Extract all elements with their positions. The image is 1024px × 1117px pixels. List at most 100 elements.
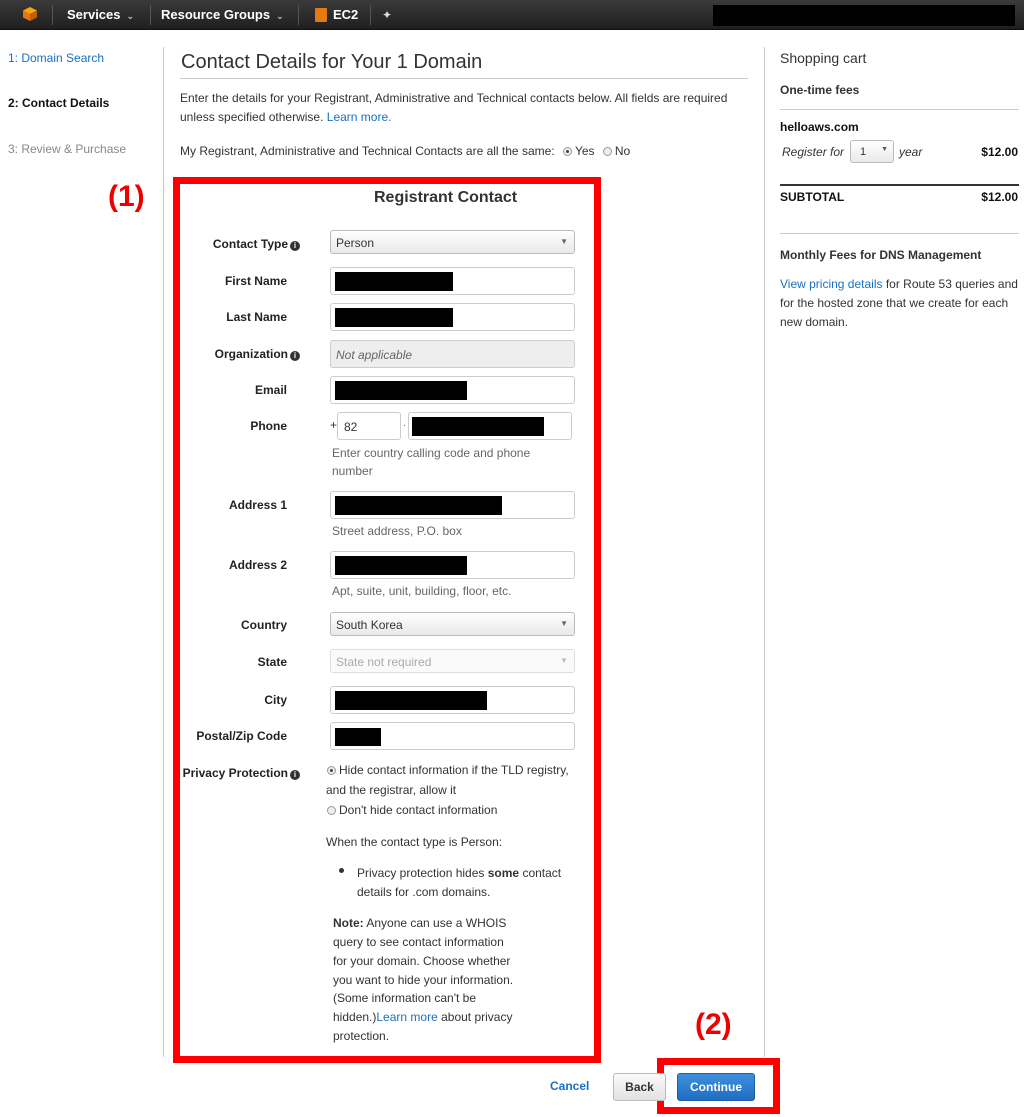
first-name-input[interactable] [330, 267, 575, 295]
organization-placeholder: Not applicable [336, 348, 413, 362]
resource-groups-label: Resource Groups [161, 7, 271, 22]
learn-more-link[interactable]: Learn more. [327, 110, 392, 124]
ec2-icon [315, 8, 327, 22]
redacted-value [412, 417, 544, 436]
view-pricing-link[interactable]: View pricing details [780, 277, 883, 291]
last-name-input[interactable] [330, 303, 575, 331]
dropdown-arrow-icon: ▼ [560, 619, 568, 628]
city-label: City [264, 693, 287, 707]
back-button[interactable]: Back [613, 1073, 666, 1101]
yes-radio[interactable] [562, 147, 572, 156]
privacy-show-option[interactable]: Don't hide contact information [324, 800, 497, 820]
registrant-contact-heading: Registrant Contact [374, 189, 518, 206]
step-domain-search[interactable]: 1: Domain Search [8, 51, 104, 65]
domain-price: $12.00 [981, 145, 1018, 159]
privacy-hide-option[interactable]: Hide contact information if the TLD regi… [324, 760, 569, 780]
state-select: State not required ▼ [330, 649, 575, 673]
phone-hint-line1: Enter country calling code and phone [332, 446, 531, 460]
top-nav-bar: Services ⌄ Resource Groups ⌄ EC2 ✦ [0, 0, 1024, 30]
pricing-note: View pricing details for Route 53 querie… [780, 275, 1020, 332]
aws-cube-icon[interactable] [22, 6, 38, 22]
phone-number-input[interactable] [408, 412, 572, 440]
dropdown-arrow-icon: ▼ [560, 656, 568, 665]
same-contacts-question: My Registrant, Administrative and Techni… [180, 144, 630, 158]
pin-icon[interactable]: ✦ [382, 0, 392, 30]
state-label: State [257, 655, 287, 669]
address2-hint: Apt, suite, unit, building, floor, etc. [332, 584, 512, 598]
no-label[interactable]: No [615, 144, 630, 158]
phone-separator: · [403, 420, 407, 431]
country-select[interactable]: South Korea ▼ [330, 612, 575, 636]
redacted-value [335, 496, 502, 515]
privacy-hide-text: Hide contact information if the TLD regi… [339, 763, 569, 777]
note-l1: Anyone can use a WHOIS [366, 916, 507, 930]
info-icon[interactable]: i [290, 351, 300, 361]
annotation-one: (1) [108, 180, 145, 213]
title-divider [180, 78, 748, 79]
cart-divider [780, 233, 1019, 234]
country-label: Country [241, 618, 287, 632]
privacy-hide-text-line2: and the registrar, allow it [326, 783, 457, 797]
one-time-fees-heading: One-time fees [780, 83, 860, 97]
phone-plus-sign: + [330, 418, 338, 432]
postal-code-input[interactable] [330, 722, 575, 750]
chevron-down-icon: ⌄ [276, 11, 284, 21]
shopping-cart-title: Shopping cart [780, 50, 867, 66]
address1-label: Address 1 [228, 498, 287, 512]
postal-code-label: Postal/Zip Code [196, 729, 287, 743]
redacted-value [335, 381, 467, 400]
privacy-protection-text: Privacy Protection [182, 766, 288, 780]
note-l6-post: about privacy [441, 1010, 513, 1024]
note-line1: Note: Anyone can use a WHOIS [333, 913, 506, 933]
nav-divider [370, 5, 371, 25]
redacted-value [335, 691, 487, 710]
note-line3: for your domain. Choose whether [333, 954, 511, 968]
nav-divider [298, 5, 299, 25]
cart-domain-name: helloaws.com [780, 120, 859, 134]
address2-label: Address 2 [228, 558, 287, 572]
privacy-learn-more-link[interactable]: Learn more [376, 1010, 437, 1024]
bullet-pre: Privacy protection hides [357, 866, 485, 880]
privacy-show-text: Don't hide contact information [339, 803, 498, 817]
bullet-post: contact [522, 866, 562, 880]
services-label: Services [67, 7, 121, 22]
phone-country-code-input[interactable]: 82 [337, 412, 401, 440]
register-for-label: Register for [782, 145, 845, 159]
redacted-value [335, 308, 453, 327]
address1-input[interactable] [330, 491, 575, 519]
step-contact-details: 2: Contact Details [8, 96, 110, 110]
person-note: When the contact type is Person: [326, 835, 503, 849]
registration-years-value: 1 [860, 146, 867, 158]
organization-input: Not applicable [330, 340, 575, 368]
contact-type-label: Contact Type i [213, 237, 300, 251]
bullet-bold: some [487, 866, 520, 880]
resource-groups-menu[interactable]: Resource Groups ⌄ [161, 0, 284, 30]
left-divider [163, 47, 164, 1057]
last-name-label: Last Name [226, 310, 287, 324]
bullet-text-line2: details for .com domains. [357, 885, 491, 899]
info-icon[interactable]: i [290, 241, 300, 251]
note-line6: hidden.)Learn more about privacy [333, 1007, 512, 1027]
annotation-two: (2) [695, 1008, 732, 1041]
subtotal-label: SUBTOTAL [780, 190, 845, 204]
services-menu[interactable]: Services ⌄ [67, 0, 134, 30]
privacy-protection-label: Privacy Protection i [183, 766, 300, 780]
yes-label[interactable]: Yes [575, 144, 595, 158]
info-icon[interactable]: i [290, 770, 300, 780]
contact-type-select[interactable]: Person ▼ [330, 230, 575, 254]
cancel-button[interactable]: Cancel [550, 1079, 589, 1093]
address2-input[interactable] [330, 551, 575, 579]
email-label: Email [254, 383, 287, 397]
note-line5: (Some information can't be [333, 991, 477, 1005]
phone-label: Phone [250, 419, 287, 433]
redacted-account-info [713, 5, 1015, 26]
city-input[interactable] [330, 686, 575, 714]
no-radio[interactable] [602, 147, 612, 156]
privacy-hide-radio[interactable] [327, 766, 336, 775]
continue-button[interactable]: Continue [677, 1073, 755, 1101]
cart-divider-strong [780, 184, 1019, 186]
registration-years-select[interactable]: 1 ▼ [850, 140, 894, 163]
email-input[interactable] [330, 376, 575, 404]
ec2-shortcut[interactable]: EC2 [333, 0, 358, 30]
privacy-show-radio[interactable] [327, 806, 336, 815]
